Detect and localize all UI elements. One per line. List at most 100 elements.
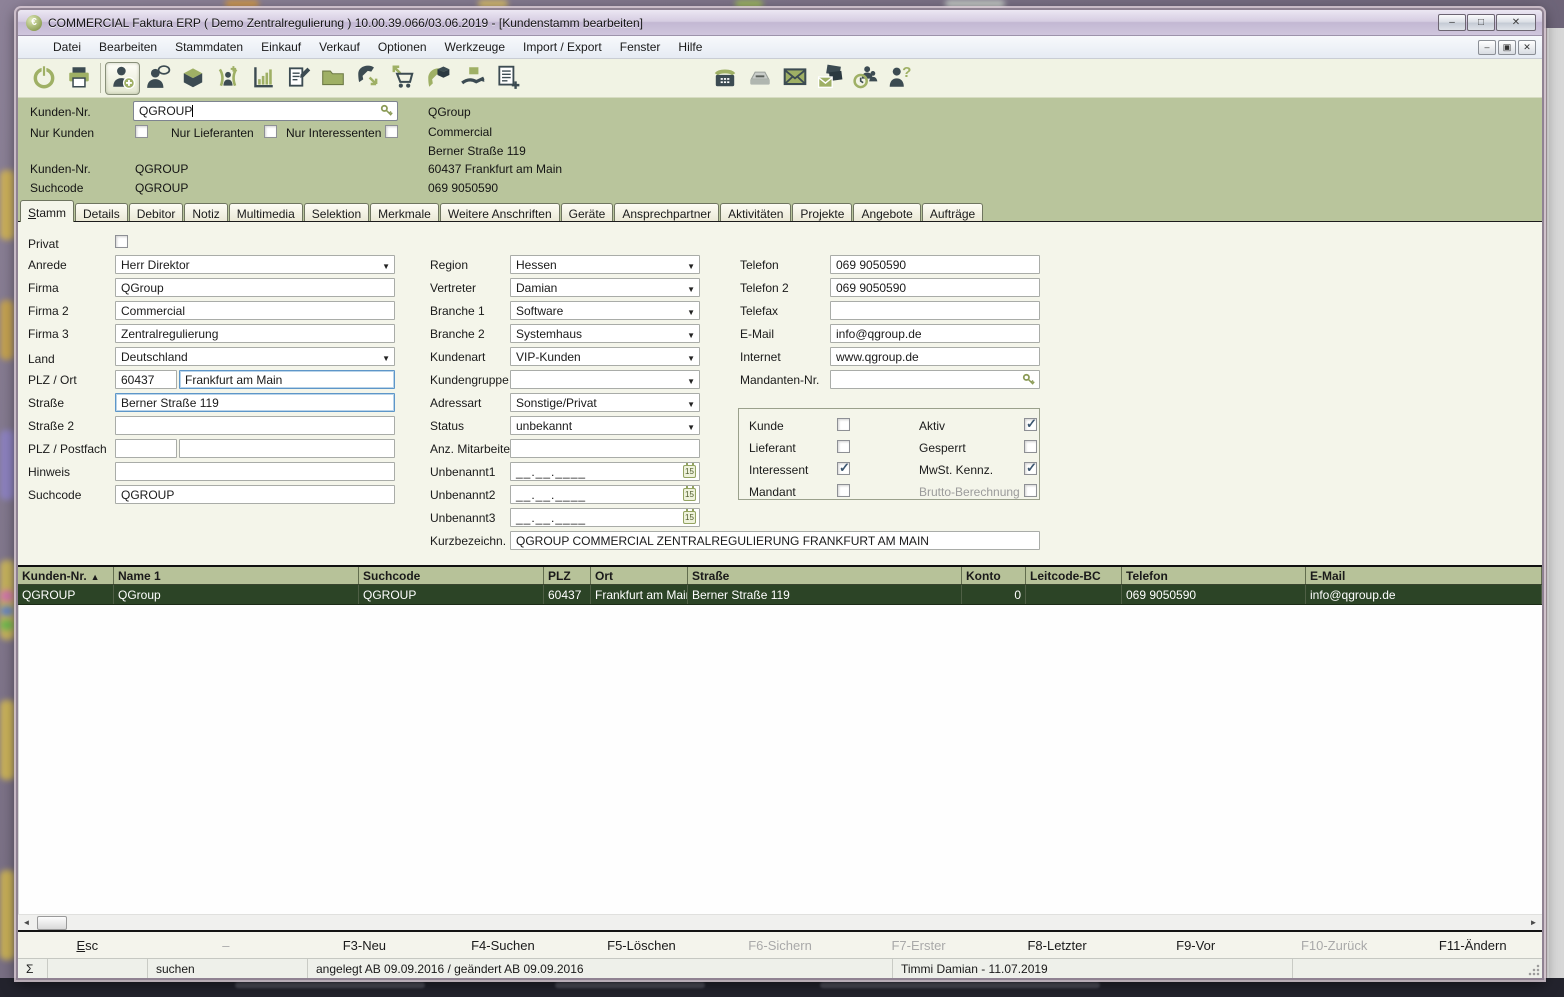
anrede-select[interactable]: Herr Direktor <box>115 255 395 274</box>
menu-stammdaten[interactable]: Stammdaten <box>166 37 252 57</box>
strasse2-input[interactable] <box>115 416 395 435</box>
contact-lookup-button[interactable] <box>140 62 175 95</box>
customer-new-button[interactable] <box>105 61 140 95</box>
aktiv-flag-checkbox[interactable] <box>1024 416 1037 432</box>
branche1-select[interactable]: Software <box>510 301 700 320</box>
tab-geraete[interactable]: Geräte <box>560 203 614 222</box>
col-strasse[interactable]: Straße <box>688 567 962 584</box>
menu-import-export[interactable]: Import / Export <box>514 37 611 57</box>
email-button[interactable] <box>777 62 812 95</box>
menu-einkauf[interactable]: Einkauf <box>252 37 310 57</box>
key-lookup-icon[interactable] <box>380 104 394 118</box>
col-name1[interactable]: Name 1 <box>114 567 359 584</box>
tab-auftraege[interactable]: Aufträge <box>921 203 984 222</box>
col-plz[interactable]: PLZ <box>544 567 591 584</box>
tab-notiz[interactable]: Notiz <box>184 203 228 222</box>
vertreter-select[interactable]: Damian <box>510 278 700 297</box>
fkey-f9-vor[interactable]: F9-Vor <box>1126 938 1265 953</box>
mdi-minimize-button[interactable]: – <box>1478 39 1496 55</box>
unbenannt1-date-input[interactable]: __.__.____ 15 <box>510 462 700 481</box>
menu-hilfe[interactable]: Hilfe <box>669 37 711 57</box>
calendar-icon[interactable]: 15 <box>683 463 696 478</box>
fkey-f11-aendern[interactable]: F11-Ändern <box>1403 938 1542 953</box>
fkey-f7-erster[interactable]: F7-Erster <box>849 938 988 953</box>
region-select[interactable]: Hessen <box>510 255 700 274</box>
menu-datei[interactable]: Datei <box>44 37 90 57</box>
col-leitcode-bc[interactable]: Leitcode-BC <box>1026 567 1122 584</box>
filter-nur-interessenten-checkbox[interactable] <box>385 125 398 138</box>
email-send-receive-button[interactable] <box>812 62 847 95</box>
menu-werkzeuge[interactable]: Werkzeuge <box>436 37 514 57</box>
firma3-input[interactable]: Zentralregulierung <box>115 324 395 343</box>
branche2-select[interactable]: Systemhaus <box>510 324 700 343</box>
firma2-input[interactable]: Commercial <box>115 301 395 320</box>
plz-input[interactable]: 60437 <box>115 370 177 389</box>
email-input[interactable]: info@qgroup.de <box>830 324 1040 343</box>
adressart-select[interactable]: Sonstige/Privat <box>510 393 700 412</box>
telephone-button[interactable] <box>707 62 742 95</box>
minimize-button[interactable]: – <box>1438 14 1466 31</box>
fkey-f5-loeschen[interactable]: F5-Löschen <box>572 938 711 953</box>
menu-bearbeiten[interactable]: Bearbeiten <box>90 37 166 57</box>
article-stock-button[interactable] <box>175 62 210 95</box>
menu-fenster[interactable]: Fenster <box>611 37 670 57</box>
exit-button[interactable] <box>26 62 61 95</box>
tab-merkmale[interactable]: Merkmale <box>370 203 439 222</box>
anz-mitarbeiter-input[interactable] <box>510 439 700 458</box>
privat-checkbox[interactable] <box>115 235 128 248</box>
purchase-order-button[interactable] <box>385 62 420 95</box>
tab-projekte[interactable]: Projekte <box>792 203 853 222</box>
hinweis-input[interactable] <box>115 462 395 481</box>
document-edit-button[interactable] <box>280 62 315 95</box>
resize-grip-icon[interactable] <box>1528 964 1540 976</box>
tab-multimedia[interactable]: Multimedia <box>228 203 303 222</box>
tab-weitere-anschriften[interactable]: Weitere Anschriften <box>439 203 560 222</box>
fkey-f4-suchen[interactable]: F4-Suchen <box>434 938 573 953</box>
customer-acquisition-button[interactable] <box>210 62 245 95</box>
title-bar[interactable]: € COMMERCIAL Faktura ERP ( Demo Zentralr… <box>18 10 1542 36</box>
fkey-f10-zurueck[interactable]: F10-Zurück <box>1265 938 1404 953</box>
scroll-right-icon[interactable]: ► <box>1525 915 1542 931</box>
postfach-input[interactable] <box>179 439 395 458</box>
lieferant-flag-checkbox[interactable] <box>837 440 850 453</box>
unbenannt3-date-input[interactable]: __.__.____ 15 <box>510 508 700 527</box>
folder-open-button[interactable] <box>315 62 350 95</box>
fkey-dash[interactable]: – <box>157 938 296 953</box>
fkey-f8-letzter[interactable]: F8-Letzter <box>988 938 1127 953</box>
fkey-esc[interactable]: Esc <box>18 938 157 953</box>
ort-input[interactable]: Frankfurt am Main <box>179 370 395 389</box>
tab-angebote[interactable]: Angebote <box>853 203 921 222</box>
interessent-flag-checkbox[interactable] <box>837 460 850 476</box>
telefax-input[interactable] <box>830 301 1040 320</box>
status-select[interactable]: unbekannt <box>510 416 700 435</box>
tab-aktivitaeten[interactable]: Aktivitäten <box>720 203 792 222</box>
firma-input[interactable]: QGroup <box>115 278 395 297</box>
fax-button[interactable] <box>742 62 777 95</box>
document-new-button[interactable] <box>490 62 525 95</box>
brutto-berechnung-flag-checkbox[interactable] <box>1024 484 1037 497</box>
kunde-flag-checkbox[interactable] <box>837 418 850 431</box>
delivery-call-button[interactable] <box>420 62 455 95</box>
land-select[interactable]: Deutschland <box>115 347 395 366</box>
print-button[interactable] <box>61 62 96 95</box>
key-lookup-icon[interactable] <box>1022 373 1036 387</box>
kundenart-select[interactable]: VIP-Kunden <box>510 347 700 366</box>
menu-verkauf[interactable]: Verkauf <box>310 37 369 57</box>
suchcode-input[interactable]: QGROUP <box>115 485 395 504</box>
mwst-kennz-flag-checkbox[interactable] <box>1024 460 1037 476</box>
strasse-input[interactable]: Berner Straße 119 <box>115 393 395 412</box>
call-incoming-button[interactable] <box>350 62 385 95</box>
col-telefon[interactable]: Telefon <box>1122 567 1306 584</box>
col-konto[interactable]: Konto <box>962 567 1026 584</box>
postfach-plz-input[interactable] <box>115 439 177 458</box>
gesperrt-flag-checkbox[interactable] <box>1024 440 1037 453</box>
fkey-f6-sichern[interactable]: F6-Sichern <box>711 938 850 953</box>
horizontal-scrollbar[interactable]: ◄ ► <box>18 914 1542 932</box>
col-ort[interactable]: Ort <box>591 567 688 584</box>
mdi-restore-button[interactable]: ▣ <box>1498 39 1516 55</box>
tab-selektion[interactable]: Selektion <box>303 203 370 222</box>
scrollbar-thumb[interactable] <box>37 915 67 930</box>
col-kunden-nr[interactable]: Kunden-Nr. ▲ <box>18 567 114 584</box>
unbenannt2-date-input[interactable]: __.__.____ 15 <box>510 485 700 504</box>
scroll-left-icon[interactable]: ◄ <box>18 915 35 931</box>
